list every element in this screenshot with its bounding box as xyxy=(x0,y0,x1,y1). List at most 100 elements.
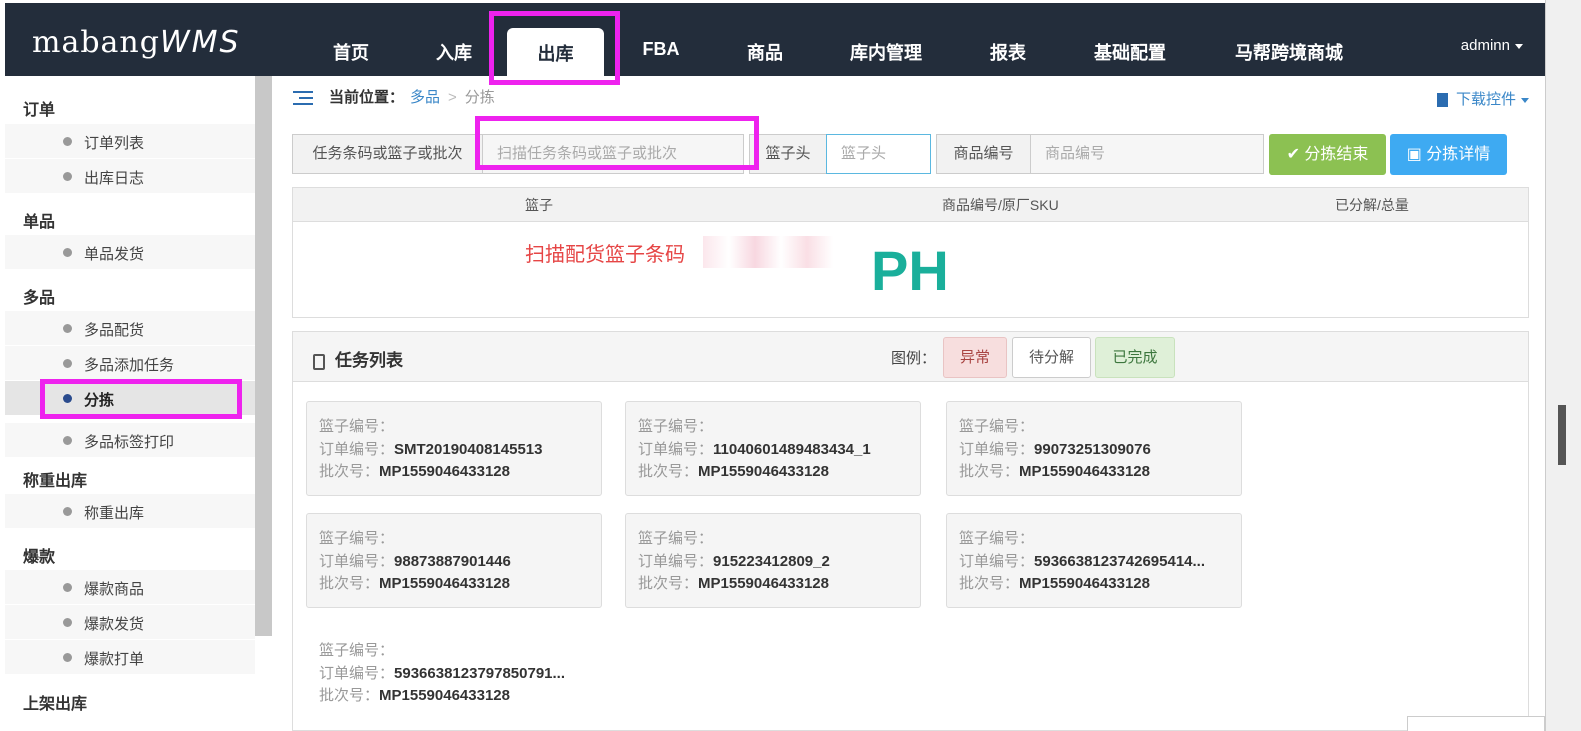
nav-mall[interactable]: 马帮跨境商城 xyxy=(1232,39,1346,65)
basket-head-input[interactable]: 篮子头 xyxy=(826,134,931,174)
task-card-basket: 篮子编号： xyxy=(638,416,920,439)
task-card-batch-value: MP1559046433128 xyxy=(379,463,510,480)
task-card[interactable]: 篮子编号： 订单编号：99073251309076 批次号：MP1559046433… xyxy=(946,401,1242,496)
sidebar-scrollbar[interactable] xyxy=(255,76,272,636)
task-card-batch: 批次号：MP1559046433128 xyxy=(959,573,1241,596)
sidebar-item-outbound-log[interactable]: 出库日志 xyxy=(5,158,255,193)
task-card-batch-label: 批次号： xyxy=(959,575,1020,592)
download-control-label: 下载控件 xyxy=(1456,91,1517,108)
task-card-batch: 批次号：MP1559046433128 xyxy=(319,573,601,596)
task-card-basket-label: 篮子编号： xyxy=(959,530,1035,547)
task-card-batch: 批次号：MP1559046433128 xyxy=(319,461,601,484)
task-list-title-text: 任务列表 xyxy=(335,351,403,370)
task-card-basket-label: 篮子编号： xyxy=(319,418,395,435)
nav-reports[interactable]: 报表 xyxy=(985,39,1031,65)
sidebar-group-orders: 订单 xyxy=(23,102,56,119)
bullet-icon xyxy=(63,653,72,662)
nav-base-config[interactable]: 基础配置 xyxy=(1090,39,1170,65)
user-menu[interactable]: adminn xyxy=(1461,37,1523,54)
bullet-icon xyxy=(63,394,72,403)
sidebar-item-hot-ship[interactable]: 爆款发货 xyxy=(5,604,255,639)
task-card-order-value: 99073251309076 xyxy=(1034,440,1151,458)
task-card-basket: 篮子编号： xyxy=(959,416,1241,439)
bullet-icon xyxy=(63,172,72,181)
nav-products[interactable]: 商品 xyxy=(742,39,788,65)
finish-sorting-button[interactable]: ✔ 分拣结束 xyxy=(1269,134,1386,175)
download-control-menu[interactable]: 下载控件 xyxy=(1437,88,1530,109)
task-card[interactable]: 篮子编号： 订单编号：5936638123797850791... 批次号：MP15… xyxy=(306,625,602,720)
sidebar-item-weigh-outbound[interactable]: 称重出库 xyxy=(5,493,255,528)
task-card[interactable]: 篮子编号： 订单编号：98873887901446 批次号：MP1559046433… xyxy=(306,513,602,608)
bullet-icon xyxy=(63,324,72,333)
task-card-order-label: 订单编号： xyxy=(319,440,395,458)
task-barcode-label: 任务条码或篮子或批次 xyxy=(292,134,483,174)
breadcrumb-current: 分拣 xyxy=(464,89,495,106)
task-card-order-value: 5936638123797850791... xyxy=(394,664,566,682)
task-card[interactable]: 篮子编号： 订单编号：915223412809_2 批次号：MP1559046433… xyxy=(625,513,921,608)
task-card-order-label: 订单编号： xyxy=(319,664,395,682)
sidebar-item-single-ship[interactable]: 单品发货 xyxy=(5,234,255,269)
nav-inbound[interactable]: 入库 xyxy=(431,39,477,65)
scan-prompt-message: 扫描配货篮子条码 xyxy=(525,244,685,266)
window-scroll-indicator[interactable] xyxy=(1558,405,1566,465)
nav-home[interactable]: 首页 xyxy=(328,39,374,65)
menu-toggle-icon[interactable] xyxy=(293,91,313,106)
sidebar-item-sorting[interactable]: 分拣 xyxy=(5,380,255,415)
task-card-basket: 篮子编号： xyxy=(319,640,601,663)
sidebar-item-order-list[interactable]: 订单列表 xyxy=(5,123,255,158)
nav-warehouse-mgmt[interactable]: 库内管理 xyxy=(846,39,926,65)
sidebar-item-multi-add-task[interactable]: 多品添加任务 xyxy=(5,345,255,380)
nav-fba[interactable]: FBA xyxy=(638,39,684,60)
task-card[interactable]: 篮子编号： 订单编号：11040601489483434_1 批次号：MP15590… xyxy=(625,401,921,496)
legend-completed: 已完成 xyxy=(1095,337,1175,378)
column-header-progress: 已分解/总量 xyxy=(1335,197,1409,213)
bullet-icon xyxy=(63,359,72,368)
task-card-batch-label: 批次号： xyxy=(319,687,380,704)
chevron-down-icon xyxy=(1515,43,1523,49)
clipboard-icon xyxy=(313,353,325,370)
task-card-batch: 批次号：MP1559046433128 xyxy=(638,461,920,484)
window-right-edge xyxy=(1545,0,1581,731)
task-card-order-value: 915223412809_2 xyxy=(713,552,830,570)
sidebar-item-multi-label-print[interactable]: 多品标签打印 xyxy=(5,422,255,457)
task-card[interactable]: 篮子编号： 订单编号：5936638123742695414... 批次号：MP15… xyxy=(946,513,1242,608)
task-card-basket: 篮子编号： xyxy=(319,416,601,439)
breadcrumb-label: 当前位置： xyxy=(329,89,405,106)
clipboard-icon: ▣ xyxy=(1406,146,1427,163)
task-card-order-label: 订单编号： xyxy=(959,440,1035,458)
task-card[interactable]: 篮子编号： 订单编号：SMT20190408145513 批次号：MP1559046… xyxy=(306,401,602,496)
app-logo[interactable]: mabangWMS xyxy=(32,25,241,60)
basket-head-label: 篮子头 xyxy=(749,134,827,174)
sidebar-item-label: 多品配货 xyxy=(84,322,145,339)
sidebar-item-hot-products[interactable]: 爆款商品 xyxy=(5,569,255,604)
redacted-block xyxy=(703,236,833,268)
task-card-order: 订单编号：SMT20190408145513 xyxy=(319,439,601,462)
check-icon: ✔ xyxy=(1286,146,1305,163)
task-card-order: 订单编号：99073251309076 xyxy=(959,439,1241,462)
sidebar-item-hot-print[interactable]: 爆款打单 xyxy=(5,639,255,674)
breadcrumb-parent-link[interactable]: 多品 xyxy=(410,89,440,106)
sidebar-item-label: 单品发货 xyxy=(84,246,145,263)
task-card-basket-label: 篮子编号： xyxy=(319,642,395,659)
task-card-batch-value: MP1559046433128 xyxy=(698,463,829,480)
task-card-batch: 批次号：MP1559046433128 xyxy=(319,685,601,708)
sidebar-item-multi-allocate[interactable]: 多品配货 xyxy=(5,310,255,345)
user-name: adminn xyxy=(1460,37,1510,54)
legend-error: 异常 xyxy=(943,337,1007,378)
sidebar-group-single: 单品 xyxy=(23,214,56,231)
task-card-basket-label: 篮子编号： xyxy=(959,418,1035,435)
sidebar-item-label: 称重出库 xyxy=(84,505,145,522)
nav-outbound[interactable]: 出库 xyxy=(507,28,604,78)
sorting-detail-button[interactable]: ▣ 分拣详情 xyxy=(1390,134,1507,175)
task-card-basket: 篮子编号： xyxy=(638,528,920,551)
task-barcode-input[interactable]: 扫描任务条码或篮子或批次 xyxy=(482,134,744,174)
breadcrumb: 当前位置： 多品 > 分拣 xyxy=(293,86,495,107)
sidebar: 订单 订单列表 出库日志 单品 单品发货 多品 多品配货 多品添加任务 分拣 多… xyxy=(5,76,255,731)
task-card-basket-label: 篮子编号： xyxy=(319,530,395,547)
task-card-order: 订单编号：5936638123742695414... xyxy=(959,551,1241,574)
task-card-basket: 篮子编号： xyxy=(319,528,601,551)
bullet-icon xyxy=(63,583,72,592)
table-header-row: 篮子 商品编号/原厂SKU 已分解/总量 xyxy=(293,188,1528,222)
task-list-header: 任务列表 图例： 异常 待分解 已完成 xyxy=(293,332,1528,382)
sku-input[interactable]: 商品编号 xyxy=(1030,134,1264,174)
